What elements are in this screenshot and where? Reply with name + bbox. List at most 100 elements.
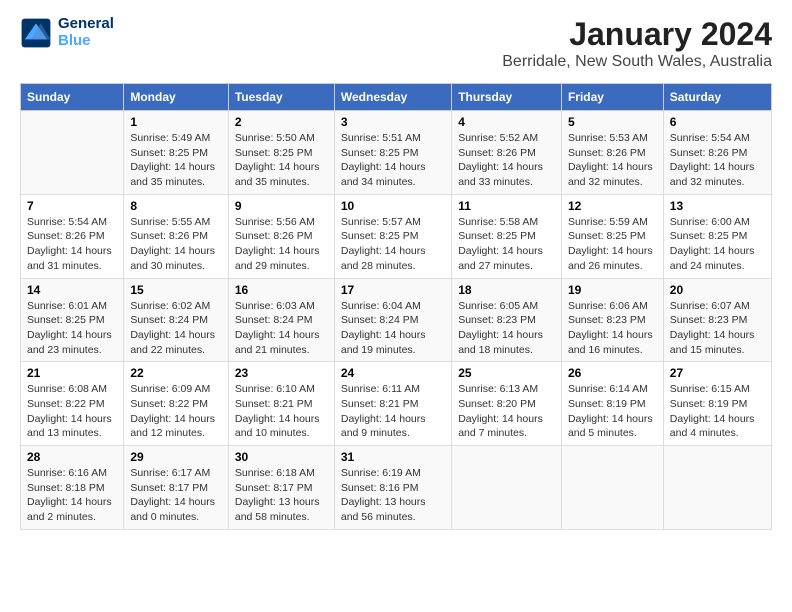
day-info: Sunrise: 5:55 AMSunset: 8:26 PMDaylight:… <box>130 215 222 274</box>
calendar-cell: 2 Sunrise: 5:50 AMSunset: 8:25 PMDaylight… <box>228 111 334 195</box>
day-info: Sunrise: 6:13 AMSunset: 8:20 PMDaylight:… <box>458 382 555 441</box>
col-header-sunday: Sunday <box>21 84 124 111</box>
calendar-cell: 14 Sunrise: 6:01 AMSunset: 8:25 PMDayligh… <box>21 278 124 362</box>
logo: General Blue <box>20 16 114 49</box>
title-area: January 2024 Berridale, New South Wales,… <box>502 16 772 71</box>
calendar-cell <box>452 446 562 530</box>
day-number: 13 <box>670 199 765 213</box>
calendar-cell: 24 Sunrise: 6:11 AMSunset: 8:21 PMDayligh… <box>334 362 451 446</box>
day-info: Sunrise: 5:49 AMSunset: 8:25 PMDaylight:… <box>130 131 222 190</box>
day-info: Sunrise: 5:54 AMSunset: 8:26 PMDaylight:… <box>27 215 117 274</box>
calendar-cell <box>561 446 663 530</box>
calendar-table: SundayMondayTuesdayWednesdayThursdayFrid… <box>20 83 772 530</box>
calendar-cell: 30 Sunrise: 6:18 AMSunset: 8:17 PMDayligh… <box>228 446 334 530</box>
day-info: Sunrise: 6:06 AMSunset: 8:23 PMDaylight:… <box>568 299 657 358</box>
day-number: 18 <box>458 283 555 297</box>
day-number: 15 <box>130 283 222 297</box>
calendar-cell: 8 Sunrise: 5:55 AMSunset: 8:26 PMDaylight… <box>124 194 229 278</box>
page-title: January 2024 <box>502 16 772 53</box>
day-info: Sunrise: 6:05 AMSunset: 8:23 PMDaylight:… <box>458 299 555 358</box>
calendar-cell: 22 Sunrise: 6:09 AMSunset: 8:22 PMDayligh… <box>124 362 229 446</box>
day-number: 3 <box>341 115 445 129</box>
calendar-cell: 25Sunrise: 6:13 AMSunset: 8:20 PMDayligh… <box>452 362 562 446</box>
calendar-week-row: 28 Sunrise: 6:16 AMSunset: 8:18 PMDayligh… <box>21 446 772 530</box>
day-info: Sunrise: 5:52 AMSunset: 8:26 PMDaylight:… <box>458 131 555 190</box>
day-info: Sunrise: 6:09 AMSunset: 8:22 PMDaylight:… <box>130 382 222 441</box>
day-info: Sunrise: 5:57 AMSunset: 8:25 PMDaylight:… <box>341 215 445 274</box>
calendar-header-row: SundayMondayTuesdayWednesdayThursdayFrid… <box>21 84 772 111</box>
day-info: Sunrise: 6:14 AMSunset: 8:19 PMDaylight:… <box>568 382 657 441</box>
day-number: 10 <box>341 199 445 213</box>
day-info: Sunrise: 6:07 AMSunset: 8:23 PMDaylight:… <box>670 299 765 358</box>
day-number: 30 <box>235 450 328 464</box>
day-number: 8 <box>130 199 222 213</box>
day-number: 27 <box>670 366 765 380</box>
calendar-cell: 31 Sunrise: 6:19 AMSunset: 8:16 PMDayligh… <box>334 446 451 530</box>
day-info: Sunrise: 6:01 AMSunset: 8:25 PMDaylight:… <box>27 299 117 358</box>
calendar-cell: 27 Sunrise: 6:15 AMSunset: 8:19 PMDayligh… <box>663 362 771 446</box>
calendar-cell: 9 Sunrise: 5:56 AMSunset: 8:26 PMDaylight… <box>228 194 334 278</box>
day-number: 9 <box>235 199 328 213</box>
day-number: 14 <box>27 283 117 297</box>
day-number: 29 <box>130 450 222 464</box>
calendar-cell: 19 Sunrise: 6:06 AMSunset: 8:23 PMDayligh… <box>561 278 663 362</box>
calendar-cell: 28 Sunrise: 6:16 AMSunset: 8:18 PMDayligh… <box>21 446 124 530</box>
calendar-cell: 18 Sunrise: 6:05 AMSunset: 8:23 PMDayligh… <box>452 278 562 362</box>
day-info: Sunrise: 6:18 AMSunset: 8:17 PMDaylight:… <box>235 466 328 525</box>
day-info: Sunrise: 6:11 AMSunset: 8:21 PMDaylight:… <box>341 382 445 441</box>
day-number: 19 <box>568 283 657 297</box>
calendar-cell: 1 Sunrise: 5:49 AMSunset: 8:25 PMDaylight… <box>124 111 229 195</box>
day-number: 2 <box>235 115 328 129</box>
day-info: Sunrise: 6:00 AMSunset: 8:25 PMDaylight:… <box>670 215 765 274</box>
page-subtitle: Berridale, New South Wales, Australia <box>502 53 772 71</box>
day-number: 6 <box>670 115 765 129</box>
calendar-cell <box>663 446 771 530</box>
day-info: Sunrise: 6:16 AMSunset: 8:18 PMDaylight:… <box>27 466 117 525</box>
day-number: 5 <box>568 115 657 129</box>
header: General Blue January 2024 Berridale, New… <box>20 16 772 71</box>
calendar-week-row: 14 Sunrise: 6:01 AMSunset: 8:25 PMDayligh… <box>21 278 772 362</box>
calendar-cell: 12Sunrise: 5:59 AMSunset: 8:25 PMDayligh… <box>561 194 663 278</box>
col-header-thursday: Thursday <box>452 84 562 111</box>
calendar-cell: 26 Sunrise: 6:14 AMSunset: 8:19 PMDayligh… <box>561 362 663 446</box>
calendar-cell: 15 Sunrise: 6:02 AMSunset: 8:24 PMDayligh… <box>124 278 229 362</box>
day-info: Sunrise: 5:53 AMSunset: 8:26 PMDaylight:… <box>568 131 657 190</box>
col-header-wednesday: Wednesday <box>334 84 451 111</box>
calendar-cell: 5 Sunrise: 5:53 AMSunset: 8:26 PMDaylight… <box>561 111 663 195</box>
col-header-saturday: Saturday <box>663 84 771 111</box>
logo-icon <box>20 17 52 49</box>
day-info: Sunrise: 5:50 AMSunset: 8:25 PMDaylight:… <box>235 131 328 190</box>
day-info: Sunrise: 6:10 AMSunset: 8:21 PMDaylight:… <box>235 382 328 441</box>
day-info: Sunrise: 6:02 AMSunset: 8:24 PMDaylight:… <box>130 299 222 358</box>
day-number: 21 <box>27 366 117 380</box>
calendar-cell: 6 Sunrise: 5:54 AMSunset: 8:26 PMDaylight… <box>663 111 771 195</box>
calendar-cell <box>21 111 124 195</box>
day-number: 23 <box>235 366 328 380</box>
day-number: 7 <box>27 199 117 213</box>
calendar-cell: 17Sunrise: 6:04 AMSunset: 8:24 PMDayligh… <box>334 278 451 362</box>
calendar-week-row: 21 Sunrise: 6:08 AMSunset: 8:22 PMDayligh… <box>21 362 772 446</box>
day-number: 28 <box>27 450 117 464</box>
day-info: Sunrise: 5:54 AMSunset: 8:26 PMDaylight:… <box>670 131 765 190</box>
col-header-monday: Monday <box>124 84 229 111</box>
day-number: 31 <box>341 450 445 464</box>
day-info: Sunrise: 5:56 AMSunset: 8:26 PMDaylight:… <box>235 215 328 274</box>
col-header-tuesday: Tuesday <box>228 84 334 111</box>
calendar-cell: 7 Sunrise: 5:54 AMSunset: 8:26 PMDaylight… <box>21 194 124 278</box>
calendar-cell: 29Sunrise: 6:17 AMSunset: 8:17 PMDayligh… <box>124 446 229 530</box>
calendar-cell: 4Sunrise: 5:52 AMSunset: 8:26 PMDaylight… <box>452 111 562 195</box>
calendar-cell: 11Sunrise: 5:58 AMSunset: 8:25 PMDayligh… <box>452 194 562 278</box>
day-number: 22 <box>130 366 222 380</box>
day-info: Sunrise: 6:15 AMSunset: 8:19 PMDaylight:… <box>670 382 765 441</box>
calendar-cell: 3Sunrise: 5:51 AMSunset: 8:25 PMDaylight… <box>334 111 451 195</box>
day-info: Sunrise: 6:19 AMSunset: 8:16 PMDaylight:… <box>341 466 445 525</box>
calendar-cell: 13 Sunrise: 6:00 AMSunset: 8:25 PMDayligh… <box>663 194 771 278</box>
day-info: Sunrise: 6:04 AMSunset: 8:24 PMDaylight:… <box>341 299 445 358</box>
day-info: Sunrise: 6:03 AMSunset: 8:24 PMDaylight:… <box>235 299 328 358</box>
day-info: Sunrise: 6:08 AMSunset: 8:22 PMDaylight:… <box>27 382 117 441</box>
day-number: 24 <box>341 366 445 380</box>
day-info: Sunrise: 5:58 AMSunset: 8:25 PMDaylight:… <box>458 215 555 274</box>
calendar-cell: 20Sunrise: 6:07 AMSunset: 8:23 PMDayligh… <box>663 278 771 362</box>
day-number: 1 <box>130 115 222 129</box>
day-number: 26 <box>568 366 657 380</box>
